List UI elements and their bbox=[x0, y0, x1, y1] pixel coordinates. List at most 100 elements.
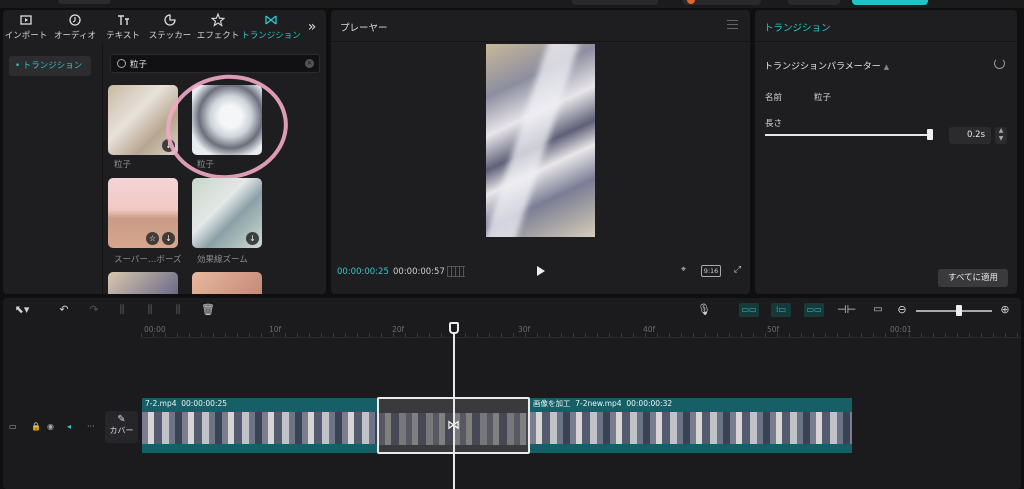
length-slider-handle[interactable] bbox=[927, 129, 933, 140]
text-icon bbox=[118, 15, 129, 25]
video-clip-2[interactable]: 画像を加工 7-2new.mp4 00:00:00:32 bbox=[530, 398, 852, 453]
play-icon[interactable] bbox=[537, 266, 545, 276]
redo-icon[interactable]: ↷ bbox=[87, 303, 101, 317]
sidebar-item-transition[interactable]: • トランジション bbox=[9, 56, 91, 76]
clip-1-name: 7-2.mp4 bbox=[145, 399, 177, 408]
zoom-out-icon[interactable]: ⊖ bbox=[895, 303, 909, 317]
tab-audio-label: オーディオ bbox=[54, 31, 96, 41]
split-right-icon[interactable]: ⫼ bbox=[171, 303, 185, 317]
transition-thumb-5[interactable] bbox=[108, 272, 178, 294]
effect-icon bbox=[211, 13, 225, 27]
split-icon[interactable]: ⫼ bbox=[115, 303, 129, 317]
search-icon bbox=[117, 59, 126, 68]
player-title: プレーヤー bbox=[340, 23, 388, 34]
track-visibility-icon[interactable]: ◉ bbox=[47, 422, 54, 431]
reset-icon[interactable] bbox=[994, 58, 1005, 69]
clear-search-icon[interactable]: × bbox=[305, 59, 314, 68]
ruler-label: 30f bbox=[518, 325, 531, 334]
transition-thumb-6[interactable] bbox=[192, 272, 262, 294]
clip-2-tag: 画像を加工 bbox=[533, 399, 571, 408]
clip-2-duration: 00:00:00:32 bbox=[626, 399, 673, 408]
ruler-label: 40f bbox=[643, 325, 656, 334]
more-tabs-button[interactable]: » bbox=[301, 10, 323, 44]
menu-button[interactable] bbox=[58, 0, 111, 4]
waveform-icon[interactable] bbox=[447, 266, 465, 277]
length-stepper[interactable]: ▲ ▼ bbox=[995, 127, 1007, 144]
transition-thumb-3-label: スーパー…ボーズ bbox=[114, 255, 182, 265]
undo-icon[interactable]: ↶ bbox=[57, 303, 71, 317]
tab-transition[interactable]: トランジション bbox=[241, 10, 301, 44]
tab-sticker[interactable]: ステッカー bbox=[145, 10, 195, 44]
tab-effect-label: エフェクト bbox=[196, 31, 240, 41]
search-input[interactable]: 粒子 bbox=[130, 58, 147, 70]
transition-thumb-4-label: 効果線ズーム bbox=[197, 255, 248, 265]
subtitle-icon[interactable]: ▭ bbox=[870, 303, 886, 317]
length-input[interactable]: 0.2s bbox=[949, 127, 991, 144]
ruler-label: 00:00 bbox=[144, 325, 166, 334]
aspect-ratio-button[interactable]: 9:16 bbox=[701, 265, 721, 277]
pro-button[interactable] bbox=[683, 0, 761, 5]
shortcut-button[interactable] bbox=[572, 0, 658, 5]
auto-snap-icon[interactable]: ⁞▭ bbox=[771, 303, 791, 317]
player-menu-icon[interactable] bbox=[727, 20, 738, 29]
timeline-panel: ⬉▾ ↶ ↷ ⫼ ⫼ ⫼ 🗑 🎙 ▭▭ ⁞▭ ▭▭ ⊣⊢ ▭ ⊖ ⊕ 00:00… bbox=[3, 298, 1021, 489]
download-icon[interactable]: ↓ bbox=[162, 232, 175, 245]
name-value: 粒子 bbox=[814, 93, 832, 103]
ruler-label: 50f bbox=[767, 325, 780, 334]
length-slider-track[interactable] bbox=[765, 134, 933, 136]
clip-2-header: 画像を加工 7-2new.mp4 00:00:00:32 bbox=[530, 398, 852, 409]
favorite-icon[interactable]: ☆ bbox=[146, 232, 159, 245]
track-audio-icon[interactable]: ◂ bbox=[67, 422, 71, 431]
name-label: 名前 bbox=[765, 93, 783, 103]
media-tabs: インポート オーディオ テキスト ステッカー エフェクト トランジション » bbox=[3, 10, 326, 44]
cover-button[interactable]: ✎ カバー bbox=[105, 411, 138, 443]
clip-1-header: 7-2.mp4 00:00:00:25 bbox=[142, 398, 378, 409]
timeline-toolbar: ⬉▾ ↶ ↷ ⫼ ⫼ ⫼ 🗑 🎙 ▭▭ ⁞▭ ▭▭ ⊣⊢ ▭ ⊖ ⊕ bbox=[3, 298, 1021, 322]
transition-thumb-4[interactable]: ↓ bbox=[192, 178, 262, 248]
export-button[interactable] bbox=[852, 0, 928, 5]
share-button[interactable] bbox=[788, 0, 840, 5]
tab-import[interactable]: インポート bbox=[3, 10, 49, 44]
tab-sticker-label: ステッカー bbox=[148, 31, 192, 41]
playhead-line[interactable] bbox=[453, 332, 455, 489]
track-video-icon[interactable]: ▭ bbox=[9, 422, 17, 431]
search-field[interactable]: 粒子 × bbox=[110, 54, 320, 73]
tab-audio[interactable]: オーディオ bbox=[49, 10, 101, 44]
track-lock-icon[interactable]: 🔒 bbox=[31, 422, 41, 431]
transition-thumb-3[interactable]: ☆ ↓ bbox=[108, 178, 178, 248]
fullscreen-icon[interactable]: ⤢ bbox=[731, 265, 744, 277]
properties-tab-transition[interactable]: トランジション bbox=[764, 20, 831, 34]
tab-text-label: テキスト bbox=[106, 31, 140, 41]
microphone-icon[interactable]: 🎙 bbox=[697, 303, 711, 317]
tab-text[interactable]: テキスト bbox=[101, 10, 145, 44]
delete-icon[interactable]: 🗑 bbox=[201, 303, 215, 317]
clip-1-duration: 00:00:00:25 bbox=[181, 399, 228, 408]
tab-transition-label: トランジション bbox=[241, 31, 301, 41]
download-icon[interactable]: ↓ bbox=[246, 232, 259, 245]
ruler-label: 10f bbox=[269, 325, 282, 334]
select-tool-icon[interactable]: ⬉▾ bbox=[11, 303, 33, 317]
apply-all-button[interactable]: すべてに適用 bbox=[938, 269, 1008, 287]
zoom-fit-icon[interactable]: ⌖ bbox=[677, 265, 690, 277]
zoom-slider-handle[interactable] bbox=[956, 305, 962, 316]
clip-1-frames bbox=[142, 412, 378, 444]
split-left-icon[interactable]: ⫼ bbox=[143, 303, 157, 317]
transition-thumb-1-label: 粒子 bbox=[114, 160, 132, 170]
track-more-icon[interactable]: ··· bbox=[87, 422, 95, 431]
top-menu-bar bbox=[0, 0, 1024, 8]
video-clip-1[interactable]: 7-2.mp4 00:00:00:25 bbox=[142, 398, 378, 453]
more-tabs-icon: » bbox=[307, 19, 317, 35]
zoom-in-icon[interactable]: ⊕ bbox=[998, 303, 1012, 317]
audio-icon bbox=[69, 14, 81, 26]
total-duration: 00:00:00:57 bbox=[393, 267, 445, 277]
collapse-icon[interactable]: ▲ bbox=[884, 63, 889, 71]
transition-icon bbox=[265, 15, 277, 25]
zoom-slider-track[interactable] bbox=[916, 310, 992, 312]
current-timecode: 00:00:00:25 bbox=[337, 267, 389, 277]
link-main-track-icon[interactable]: ▭▭ bbox=[739, 303, 759, 317]
link-icon[interactable]: ▭▭ bbox=[804, 303, 824, 317]
import-icon bbox=[20, 15, 32, 25]
tab-effect[interactable]: エフェクト bbox=[195, 10, 241, 44]
preview-axis-icon[interactable]: ⊣⊢ bbox=[837, 303, 856, 317]
video-preview[interactable] bbox=[486, 44, 595, 237]
